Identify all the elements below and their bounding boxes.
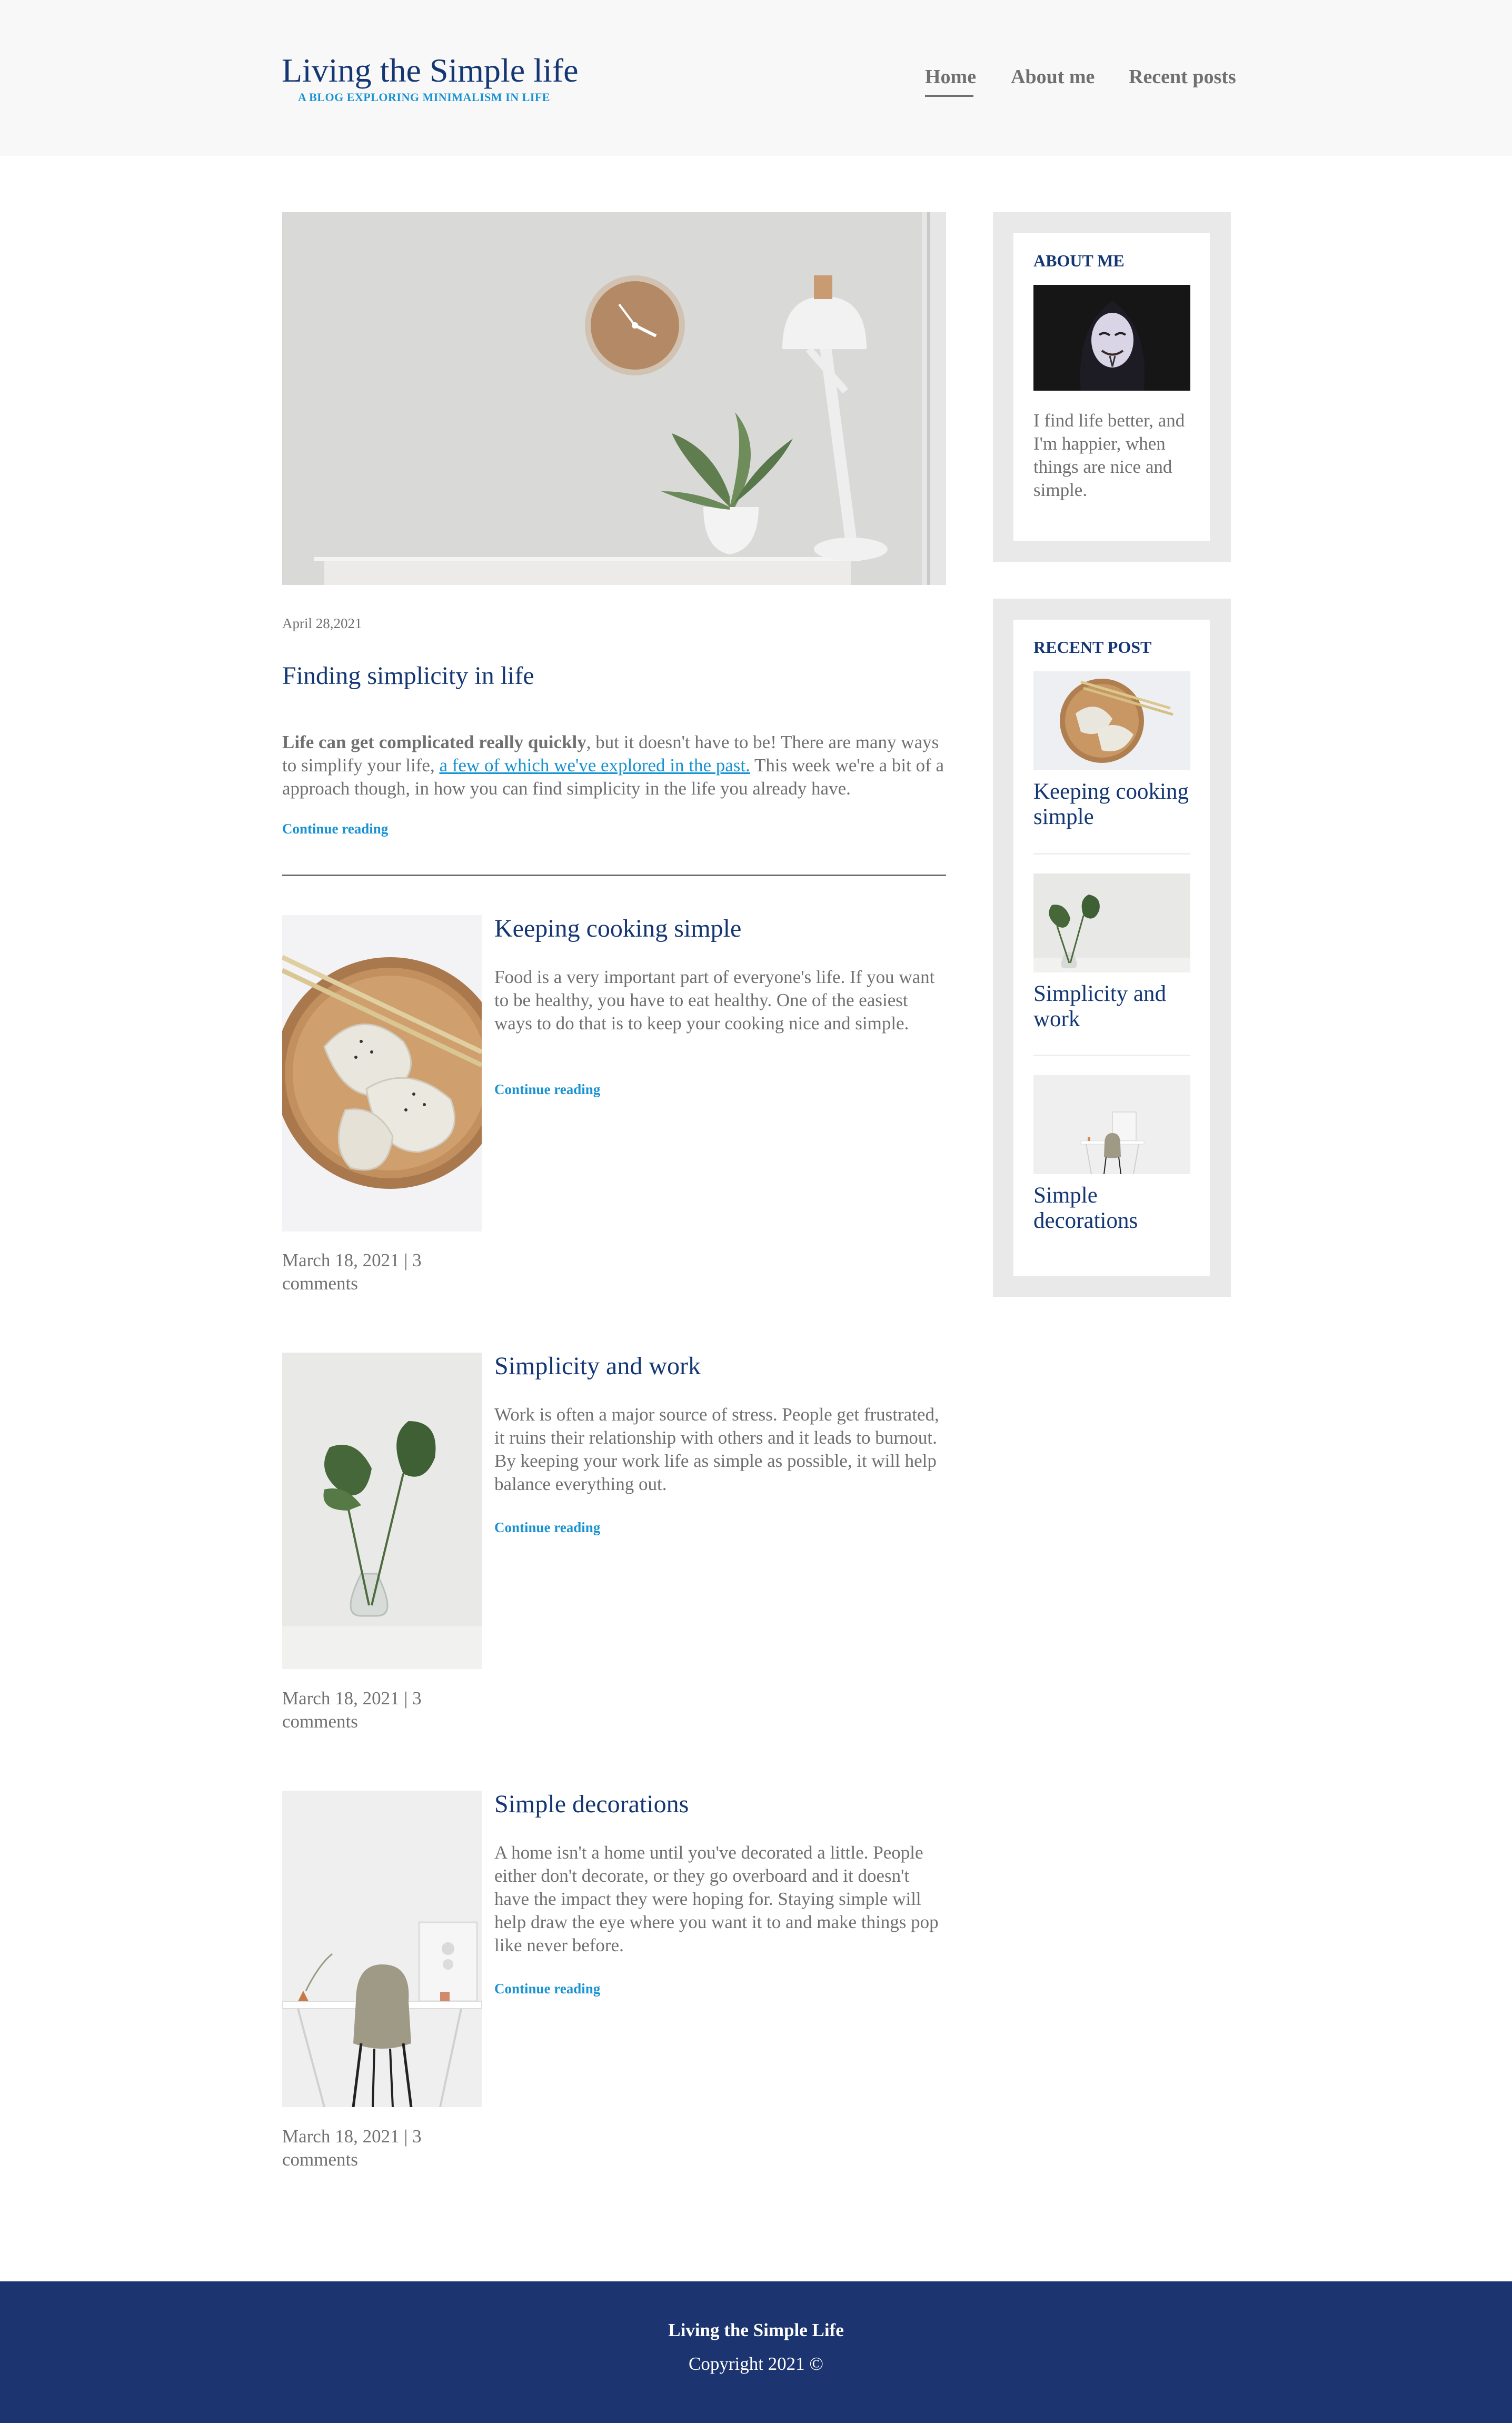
featured-continue-link[interactable]: Continue reading xyxy=(282,821,388,837)
featured-title[interactable]: Finding simplicity in life xyxy=(282,661,534,690)
nav-recent-posts[interactable]: Recent posts xyxy=(1129,65,1236,88)
post-meta: March 18, 2021 | 3 comments xyxy=(282,1250,422,1294)
nav-active-underline xyxy=(925,95,973,97)
recent-post-image-desk[interactable] xyxy=(1033,1075,1190,1174)
site-title[interactable]: Living the Simple life xyxy=(282,52,578,90)
recent-post-image-dumplings[interactable] xyxy=(1033,671,1190,770)
post-continue-link[interactable]: Continue reading xyxy=(494,1081,600,1098)
about-text: I find life better, and I'm happier, whe… xyxy=(1033,410,1185,500)
post-excerpt: A home isn't a home until you've decorat… xyxy=(494,1842,939,1955)
post-title[interactable]: Simplicity and work xyxy=(494,1352,701,1381)
recent-post-separator xyxy=(1033,1055,1190,1056)
site-footer xyxy=(0,2281,1512,2423)
post-title[interactable]: Simple decorations xyxy=(494,1790,689,1819)
avatar xyxy=(1033,285,1190,391)
recent-post-image-plant[interactable] xyxy=(1033,873,1190,972)
featured-excerpt-bold: Life can get complicated really quickly xyxy=(282,732,586,752)
featured-image xyxy=(282,212,946,585)
post-continue-link[interactable]: Continue reading xyxy=(494,1520,600,1536)
post-meta: March 18, 2021 | 3 comments xyxy=(282,1688,422,1732)
recent-post-title[interactable]: Simple decorations xyxy=(1033,1183,1190,1234)
nav-about-me[interactable]: About me xyxy=(1011,65,1095,88)
featured-excerpt: Life can get complicated really quickly,… xyxy=(282,731,946,800)
recent-post-separator xyxy=(1033,853,1190,855)
post-title[interactable]: Keeping cooking simple xyxy=(494,914,741,943)
footer-title: Living the Simple Life xyxy=(668,2320,844,2340)
section-divider xyxy=(282,875,946,876)
site-subtitle: A BLOG EXPLORING MINIMALISM IN LIFE xyxy=(298,91,550,104)
nav-home[interactable]: Home xyxy=(925,65,976,88)
post-image-desk[interactable] xyxy=(282,1791,482,2107)
recent-widget-title: RECENT POST xyxy=(1033,638,1152,657)
past-posts-link[interactable]: a few of which we've explored in the pas… xyxy=(439,755,750,776)
site-header xyxy=(0,0,1512,156)
post-meta: March 18, 2021 | 3 comments xyxy=(282,2126,422,2170)
recent-post-title[interactable]: Keeping cooking simple xyxy=(1033,779,1190,830)
footer-copyright: Copyright 2021 © xyxy=(688,2354,824,2374)
post-excerpt: Work is often a major source of stress. … xyxy=(494,1404,939,1494)
about-widget-title: ABOUT ME xyxy=(1033,251,1125,270)
post-image-dumplings[interactable] xyxy=(282,915,482,1232)
post-continue-link[interactable]: Continue reading xyxy=(494,1981,600,1997)
recent-post-title[interactable]: Simplicity and work xyxy=(1033,981,1190,1032)
post-image-plant[interactable] xyxy=(282,1353,482,1669)
featured-date: April 28,2021 xyxy=(282,615,362,631)
post-excerpt: Food is a very important part of everyon… xyxy=(494,967,935,1034)
